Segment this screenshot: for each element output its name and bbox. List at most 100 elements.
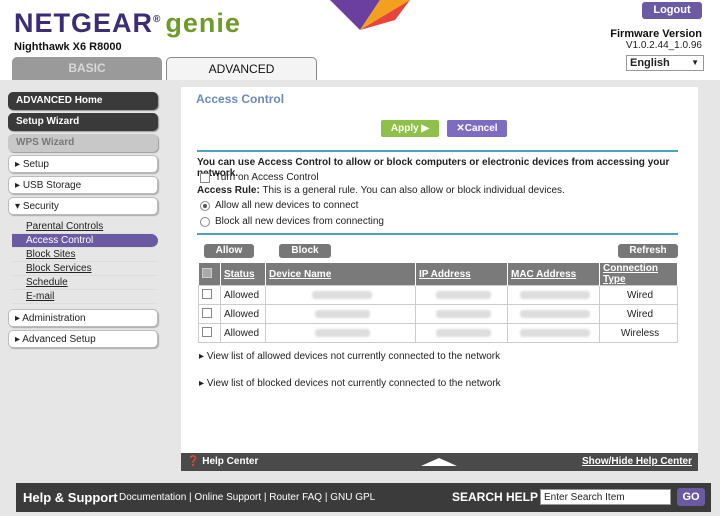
column-header-status[interactable]: Status xyxy=(220,263,266,286)
footer-links[interactable]: Documentation | Online Support | Router … xyxy=(119,492,375,503)
block-all-row: Block all new devices from connecting xyxy=(200,216,384,227)
help-center-bar: ❓ Help Center Show/Hide Help Center xyxy=(181,453,698,471)
redacted-text xyxy=(520,328,590,337)
block-all-label: Block all new devices from connecting xyxy=(215,216,384,227)
sidebar-item-access-control[interactable]: Access Control xyxy=(12,234,158,248)
allow-all-radio[interactable] xyxy=(200,200,210,211)
help-support-label: Help & Support xyxy=(23,490,118,505)
allow-button[interactable]: Allow xyxy=(204,244,254,258)
sidebar-setup-label: Setup xyxy=(22,159,49,170)
table-row[interactable]: Allowed Wireless xyxy=(198,323,678,343)
turn-on-checkbox[interactable] xyxy=(200,172,210,183)
blocked-list-link[interactable]: ▸ View list of blocked devices not curre… xyxy=(199,378,501,389)
header: NETGEAR® genie Nighthawk X6 R8000 Logout … xyxy=(0,0,720,80)
blocked-list-link-text: View list of blocked devices not current… xyxy=(206,378,501,389)
turn-on-label: Turn on Access Control xyxy=(215,172,319,183)
sidebar-usb-storage-label: USB Storage xyxy=(22,180,82,191)
sidebar-setup-wizard[interactable]: Setup Wizard xyxy=(8,113,158,131)
decorative-graphic xyxy=(330,0,410,30)
redacted-text xyxy=(312,290,372,299)
sidebar-security-label: Security xyxy=(22,201,59,212)
access-rule: Access Rule: This is a general rule. You… xyxy=(197,185,565,196)
redacted-text xyxy=(314,328,370,337)
table-row[interactable]: Allowed Wired xyxy=(198,285,678,305)
column-header-mac-address[interactable]: MAC Address xyxy=(507,263,600,286)
expand-triangle-icon[interactable] xyxy=(421,458,457,466)
divider xyxy=(197,150,678,152)
sidebar-item-email[interactable]: E-mail xyxy=(12,290,158,304)
sidebar-setup[interactable]: ▸ Setup xyxy=(8,155,158,173)
expand-arrow-icon: ▸ xyxy=(199,351,207,362)
column-header-connection-type[interactable]: Connection Type xyxy=(599,263,678,286)
access-rule-label: Access Rule: xyxy=(197,185,260,196)
cancel-button[interactable]: ✕Cancel xyxy=(447,120,507,137)
ip-address-cell xyxy=(415,285,508,305)
logout-button[interactable]: Logout xyxy=(642,2,702,19)
block-all-radio[interactable] xyxy=(200,216,210,227)
language-value: English xyxy=(630,57,670,69)
tab-basic[interactable]: BASIC xyxy=(12,57,162,80)
allow-all-row: Allow all new devices to connect xyxy=(200,200,358,211)
redacted-text xyxy=(435,290,491,299)
column-header-device-name[interactable]: Device Name xyxy=(265,263,416,286)
table-row[interactable]: Allowed Wired xyxy=(198,304,678,324)
allow-all-label: Allow all new devices to connect xyxy=(215,200,359,211)
help-icon: ❓ xyxy=(187,456,200,467)
netgear-genie-logo: NETGEAR® genie xyxy=(14,8,241,39)
search-input[interactable]: Enter Search Item xyxy=(540,489,671,505)
sidebar-advanced-home[interactable]: ADVANCED Home xyxy=(8,92,158,110)
dropdown-arrow-icon: ▼ xyxy=(691,58,699,67)
sidebar-item-schedule[interactable]: Schedule xyxy=(12,276,158,290)
ip-address-cell xyxy=(415,304,508,324)
sidebar-item-block-sites[interactable]: Block Sites xyxy=(12,248,158,262)
show-hide-help-link[interactable]: Show/Hide Help Center xyxy=(582,456,692,467)
help-center-toggle[interactable]: ❓ Help Center xyxy=(187,456,258,467)
column-header-ip-address[interactable]: IP Address xyxy=(415,263,508,286)
apply-button[interactable]: Apply ▶ xyxy=(381,120,439,137)
row-checkbox[interactable] xyxy=(202,326,212,337)
firmware-version: V1.0.2.44_1.0.96 xyxy=(625,40,702,51)
ip-address-cell xyxy=(415,323,508,343)
row-checkbox-cell xyxy=(198,323,221,343)
sidebar: ADVANCED Home Setup Wizard WPS Wizard ▸ … xyxy=(8,92,158,351)
sidebar-advanced-setup[interactable]: ▸ Advanced Setup xyxy=(8,330,158,348)
tab-advanced[interactable]: ADVANCED xyxy=(166,57,317,80)
sidebar-administration-label: Administration xyxy=(22,313,86,324)
select-all-header xyxy=(198,263,221,286)
connection-type-cell: Wired xyxy=(599,304,678,324)
sidebar-administration[interactable]: ▸ Administration xyxy=(8,309,158,327)
security-submenu: Parental Controls Access Control Block S… xyxy=(8,220,158,304)
status-cell: Allowed xyxy=(220,285,266,305)
sidebar-usb-storage[interactable]: ▸ USB Storage xyxy=(8,176,158,194)
go-button[interactable]: GO xyxy=(677,488,705,506)
redacted-text xyxy=(520,290,590,299)
select-all-checkbox[interactable] xyxy=(201,267,212,278)
row-checkbox[interactable] xyxy=(202,288,212,299)
device-name-cell xyxy=(265,285,416,305)
search-help-label: SEARCH HELP xyxy=(452,490,539,504)
product-name: genie xyxy=(165,8,241,38)
redacted-text xyxy=(435,328,491,337)
redacted-text xyxy=(435,309,491,318)
sidebar-item-block-services[interactable]: Block Services xyxy=(12,262,158,276)
table-header-row: Status Device Name IP Address MAC Addres… xyxy=(198,263,678,286)
refresh-button[interactable]: Refresh xyxy=(618,244,678,258)
turn-on-row: Turn on Access Control xyxy=(200,172,319,183)
registered-mark: ® xyxy=(153,14,162,25)
access-rule-text: This is a general rule. You can also all… xyxy=(259,185,565,196)
row-checkbox[interactable] xyxy=(202,307,212,318)
language-select[interactable]: English ▼ xyxy=(626,55,704,71)
redacted-text xyxy=(520,309,590,318)
brand-name: NETGEAR xyxy=(14,8,154,38)
expand-arrow-icon: ▸ xyxy=(199,378,207,389)
expand-arrow-icon: ▸ xyxy=(15,159,23,170)
collapse-arrow-icon: ▾ xyxy=(15,201,23,212)
sidebar-wps-wizard[interactable]: WPS Wizard xyxy=(8,134,158,152)
page-title: Access Control xyxy=(196,92,285,106)
sidebar-security[interactable]: ▾ Security xyxy=(8,197,158,215)
sidebar-item-parental-controls[interactable]: Parental Controls xyxy=(12,220,158,234)
divider xyxy=(197,233,678,235)
status-cell: Allowed xyxy=(220,304,266,324)
allowed-list-link[interactable]: ▸ View list of allowed devices not curre… xyxy=(199,351,500,362)
block-button[interactable]: Block xyxy=(279,244,331,258)
